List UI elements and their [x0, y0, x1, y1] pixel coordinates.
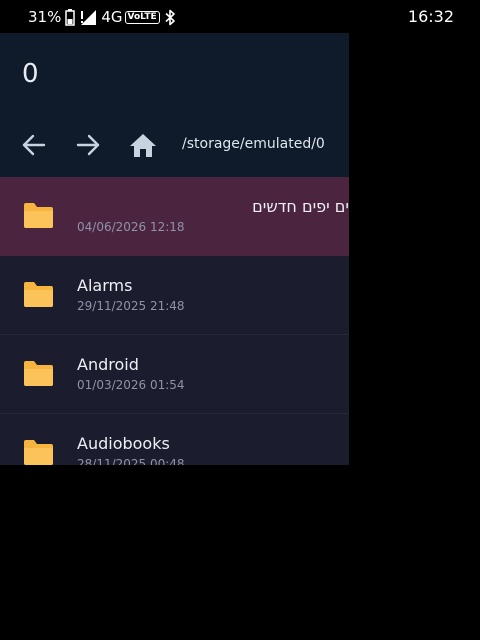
signal-icon	[81, 10, 97, 25]
folder-icon	[24, 203, 53, 228]
file-date: 29/11/2025 21:48	[77, 299, 185, 313]
folder-icon	[24, 361, 53, 386]
folder-icon	[24, 440, 53, 465]
volte-badge: VoLTE	[124, 10, 160, 24]
file-name: Alarms	[77, 276, 133, 295]
file-name: Android	[77, 355, 139, 374]
file-name: Audiobooks	[77, 434, 170, 453]
battery-percent: 31%	[28, 8, 62, 26]
back-button[interactable]	[14, 125, 54, 165]
panel-header: 0 /storage/emulated/0	[0, 33, 349, 177]
home-icon	[130, 134, 156, 157]
arrow-right-icon	[76, 134, 100, 156]
clock: 16:32	[407, 7, 454, 26]
arrow-left-icon	[22, 134, 46, 156]
list-item[interactable]: Audiobooks 28/11/2025 00:48	[0, 414, 349, 465]
list-item[interactable]: Android 01/03/2026 01:54	[0, 335, 349, 414]
list-item[interactable]: Alarms 29/11/2025 21:48	[0, 256, 349, 335]
file-browser-panel: 0 /storage/emulated/0 ים יפים חדשים 04/0…	[0, 33, 349, 465]
status-left: 31% 4G VoLTE	[28, 7, 176, 27]
home-button[interactable]	[123, 125, 163, 165]
forward-button[interactable]	[68, 125, 108, 165]
file-date: 04/06/2026 12:18	[77, 220, 185, 234]
battery-icon	[65, 8, 76, 26]
file-date: 01/03/2026 01:54	[77, 378, 185, 392]
navigation-bar: /storage/emulated/0	[0, 125, 349, 165]
folder-icon	[24, 282, 53, 307]
selection-count: 0	[22, 59, 39, 89]
network-label: 4G	[101, 8, 123, 26]
current-path: /storage/emulated/0	[182, 136, 325, 152]
file-date: 28/11/2025 00:48	[77, 457, 185, 465]
file-list: ים יפים חדשים 04/06/2026 12:18 Alarms 29…	[0, 177, 349, 465]
list-item[interactable]: ים יפים חדשים 04/06/2026 12:18	[0, 177, 349, 256]
bluetooth-icon	[165, 9, 175, 25]
status-bar: 31% 4G VoLTE 16:32	[0, 0, 480, 33]
file-name: ים יפים חדשים	[252, 197, 349, 216]
